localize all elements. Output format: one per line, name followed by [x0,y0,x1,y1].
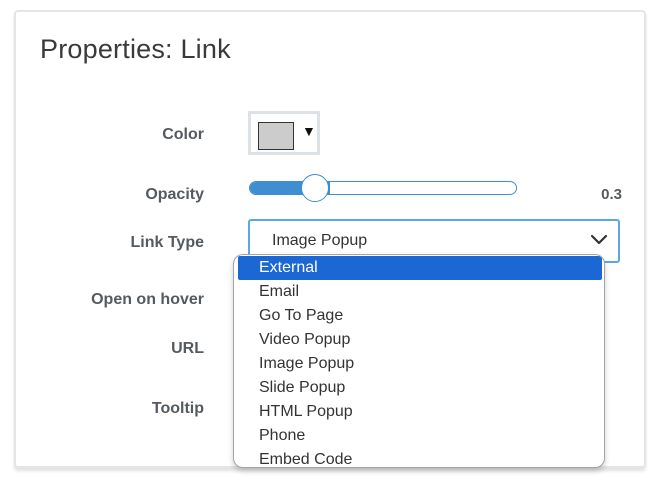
link-type-option[interactable]: HTML Popup [238,400,602,424]
url-label: URL [171,340,204,357]
open-on-hover-label: Open on hover [91,291,204,308]
panel-title: Properties: Link [40,34,231,64]
opacity-slider-thumb[interactable] [301,174,329,202]
link-type-dropdown-list: External Email Go To Page Video Popup Image … [233,254,605,468]
color-swatch [258,122,294,150]
link-type-label: Link Type [130,234,205,251]
link-type-selected-value: Image Popup [272,232,368,249]
link-type-option[interactable]: Embed Code [238,448,602,467]
color-picker-button[interactable]: ▼ [248,111,320,155]
opacity-value: 0.3 [601,186,622,203]
link-type-option[interactable]: External [238,256,602,280]
link-type-option[interactable]: Slide Popup [238,376,602,400]
opacity-slider[interactable] [249,181,517,195]
color-label: Color [162,126,204,143]
chevron-down-icon [590,234,608,245]
link-type-option[interactable]: Phone [238,424,602,448]
link-type-option[interactable]: Image Popup [238,352,602,376]
link-type-option[interactable]: Video Popup [238,328,602,352]
dropdown-arrow-icon: ▼ [302,123,316,139]
opacity-label: Opacity [145,186,204,203]
tooltip-label: Tooltip [151,400,204,417]
link-type-option[interactable]: Go To Page [238,304,602,328]
link-type-option[interactable]: Email [238,280,602,304]
